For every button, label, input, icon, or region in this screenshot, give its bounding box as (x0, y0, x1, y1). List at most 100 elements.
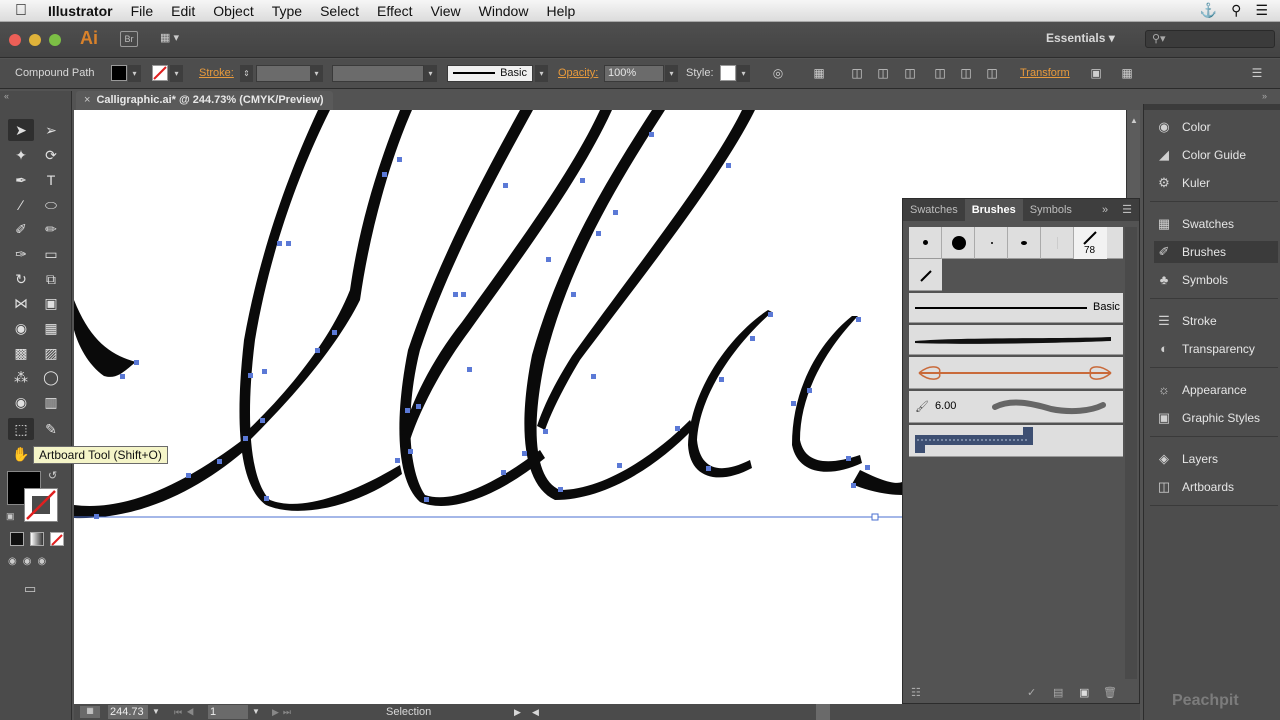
brush-calligraphic-78[interactable]: 78 (1074, 227, 1107, 259)
menu-type[interactable]: Type (263, 3, 311, 19)
zoom-presets-icon[interactable]: ▦ (80, 706, 100, 718)
collapse-panel-icon[interactable]: » (1095, 199, 1115, 221)
zoom-window-button[interactable] (49, 34, 61, 46)
fill-dropdown[interactable]: ▾ (128, 65, 141, 82)
magic-wand-tool-icon[interactable]: ✦ (8, 144, 34, 166)
zoom-field[interactable]: 244.73 (108, 705, 148, 719)
opacity-label[interactable]: Opacity: (558, 67, 598, 79)
align-middle-icon[interactable]: ◫ (959, 67, 973, 80)
close-window-button[interactable] (9, 34, 21, 46)
align-to-selection-icon[interactable]: ▦ (812, 67, 826, 80)
first-prev-artboard-icon[interactable]: ⏮◀ (174, 705, 198, 719)
rotate-tool-icon[interactable]: ↻ (8, 268, 34, 290)
list-icon[interactable]: ☰ (1255, 2, 1268, 19)
type-tool-icon[interactable]: T (38, 169, 64, 191)
direct-selection-tool-icon[interactable]: ➢ (38, 119, 64, 141)
next-last-artboard-icon[interactable]: ▶⏭ (272, 705, 295, 719)
menu-window[interactable]: Window (470, 3, 538, 19)
stroke-weight-field[interactable] (256, 65, 311, 82)
slice-tool-icon[interactable]: ✎ (38, 418, 64, 440)
brush-definition-dropdown[interactable]: ▾ (535, 65, 548, 82)
dock-transparency[interactable]: ◐ Transparency (1154, 338, 1278, 360)
toolbar-collapse-icon[interactable]: « (4, 91, 9, 101)
dock-brushes[interactable]: ✐ Brushes (1154, 241, 1278, 263)
isolate-selected-icon[interactable]: ▣ (1089, 67, 1103, 80)
arrange-documents-button[interactable]: ▦ ▾ (160, 31, 188, 47)
menu-file[interactable]: File (122, 3, 163, 19)
panel-menu-icon[interactable]: ☰ (1250, 67, 1264, 80)
scroll-up-icon[interactable]: ▲ (1130, 116, 1138, 125)
stroke-dropdown[interactable]: ▾ (170, 65, 183, 82)
menu-edit[interactable]: Edit (162, 3, 204, 19)
free-transform-tool-icon[interactable]: ▣ (38, 292, 64, 314)
artboard-tool-icon[interactable]: ⬚ (8, 418, 34, 440)
dock-color-guide[interactable]: ◢ Color Guide (1154, 144, 1278, 166)
blob-brush-tool-icon[interactable]: ✑ (8, 243, 34, 265)
apple-icon[interactable]:  (0, 2, 42, 20)
variable-width-dropdown[interactable]: ▾ (424, 65, 437, 82)
mesh-tool-icon[interactable]: ▩ (8, 342, 34, 364)
artboard-number-field[interactable]: 1 (208, 705, 248, 719)
brush-libraries-icon[interactable]: ☷ (911, 686, 921, 699)
align-top-icon[interactable]: ◫ (933, 67, 947, 80)
stroke-swatch[interactable] (24, 488, 58, 522)
color-mode-icon[interactable] (10, 532, 24, 546)
align-center-icon[interactable]: ◫ (876, 67, 890, 80)
pen-tool-icon[interactable]: ✒ (8, 169, 34, 191)
draw-modes-icon[interactable]: ◉◉◉ (8, 556, 66, 570)
align-bottom-icon[interactable]: ◫ (985, 67, 999, 80)
menu-app[interactable]: Illustrator (42, 3, 122, 19)
workspace-switcher[interactable]: Essentials ▾ (1046, 31, 1115, 45)
binoculars-icon[interactable]: ⚓ (1200, 2, 1217, 19)
brush-pattern-border[interactable] (909, 425, 1123, 457)
brush-options-icon[interactable]: ▤ (1053, 686, 1063, 699)
document-tab[interactable]: × Calligraphic.ai* @ 244.73% (CMYK/Previe… (76, 91, 333, 110)
dock-appearance[interactable]: ☼ Appearance (1154, 379, 1278, 401)
gradient-mode-icon[interactable] (30, 532, 44, 546)
opacity-dropdown[interactable]: ▾ (665, 65, 678, 82)
opacity-field[interactable]: 100% (604, 65, 664, 82)
delete-brush-icon[interactable]: 🗑 (1103, 686, 1117, 699)
dock-kuler[interactable]: ⚙ Kuler (1154, 172, 1278, 194)
status-mode[interactable]: Selection (386, 705, 431, 719)
gradient-tool-icon[interactable]: ▨ (38, 342, 64, 364)
brush-definition-field[interactable]: Basic (447, 65, 533, 82)
brush-charcoal[interactable] (909, 325, 1123, 355)
fill-color-swatch[interactable] (111, 65, 127, 81)
line-segment-tool-icon[interactable]: ∕ (8, 194, 34, 216)
remove-stroke-icon[interactable]: ✓ (1027, 686, 1036, 699)
dock-collapse-icon[interactable]: » (1262, 91, 1267, 101)
variable-width-profile[interactable] (332, 65, 424, 82)
zoom-dropdown[interactable]: ▼ (152, 705, 160, 719)
scale-tool-icon[interactable]: ⧉ (38, 268, 64, 290)
horizontal-scroll-thumb[interactable] (816, 704, 830, 720)
hand-tool-icon[interactable]: ✋ (8, 443, 34, 465)
brush-dot-tiny[interactable] (975, 227, 1008, 259)
tab-swatches[interactable]: Swatches (903, 199, 965, 221)
eyedropper-tool-icon[interactable]: ⁂ (8, 366, 34, 388)
stroke-weight-stepper[interactable]: ⇕ (240, 65, 253, 82)
shape-builder-tool-icon[interactable]: ◉ (8, 317, 34, 339)
envelope-icon[interactable]: ▦ (1120, 67, 1134, 80)
selection-tool-icon[interactable]: ➤ (8, 119, 34, 141)
stroke-label[interactable]: Stroke: (199, 67, 234, 79)
spotlight-search-icon[interactable]: ⚲ (1231, 2, 1241, 19)
brush-bristle[interactable]: 🖌 6.00 (909, 391, 1123, 423)
bridge-button[interactable]: Br (120, 31, 138, 47)
brush-decorative-arrow[interactable] (909, 357, 1123, 389)
help-search-input[interactable]: ⚲▾ (1145, 30, 1275, 48)
dock-stroke[interactable]: ☰ Stroke (1154, 310, 1278, 332)
dock-layers[interactable]: ◈ Layers (1154, 448, 1278, 470)
brush-oval[interactable] (1008, 227, 1041, 259)
tab-brushes[interactable]: Brushes (964, 199, 1023, 221)
panel-options-icon[interactable]: ☰ (1115, 199, 1139, 221)
recolor-artwork-icon[interactable]: ◎ (771, 67, 785, 80)
minimize-window-button[interactable] (29, 34, 41, 46)
brush-basic[interactable]: Basic (909, 293, 1123, 323)
stroke-color-swatch[interactable] (152, 65, 168, 81)
symbol-sprayer-tool-icon[interactable]: ◉ (8, 391, 34, 413)
eraser-tool-icon[interactable]: ▭ (38, 243, 64, 265)
stroke-weight-dropdown[interactable]: ▾ (310, 65, 323, 82)
ellipse-tool-icon[interactable]: ⬭ (38, 194, 64, 216)
column-graph-tool-icon[interactable]: ▥ (38, 391, 64, 413)
